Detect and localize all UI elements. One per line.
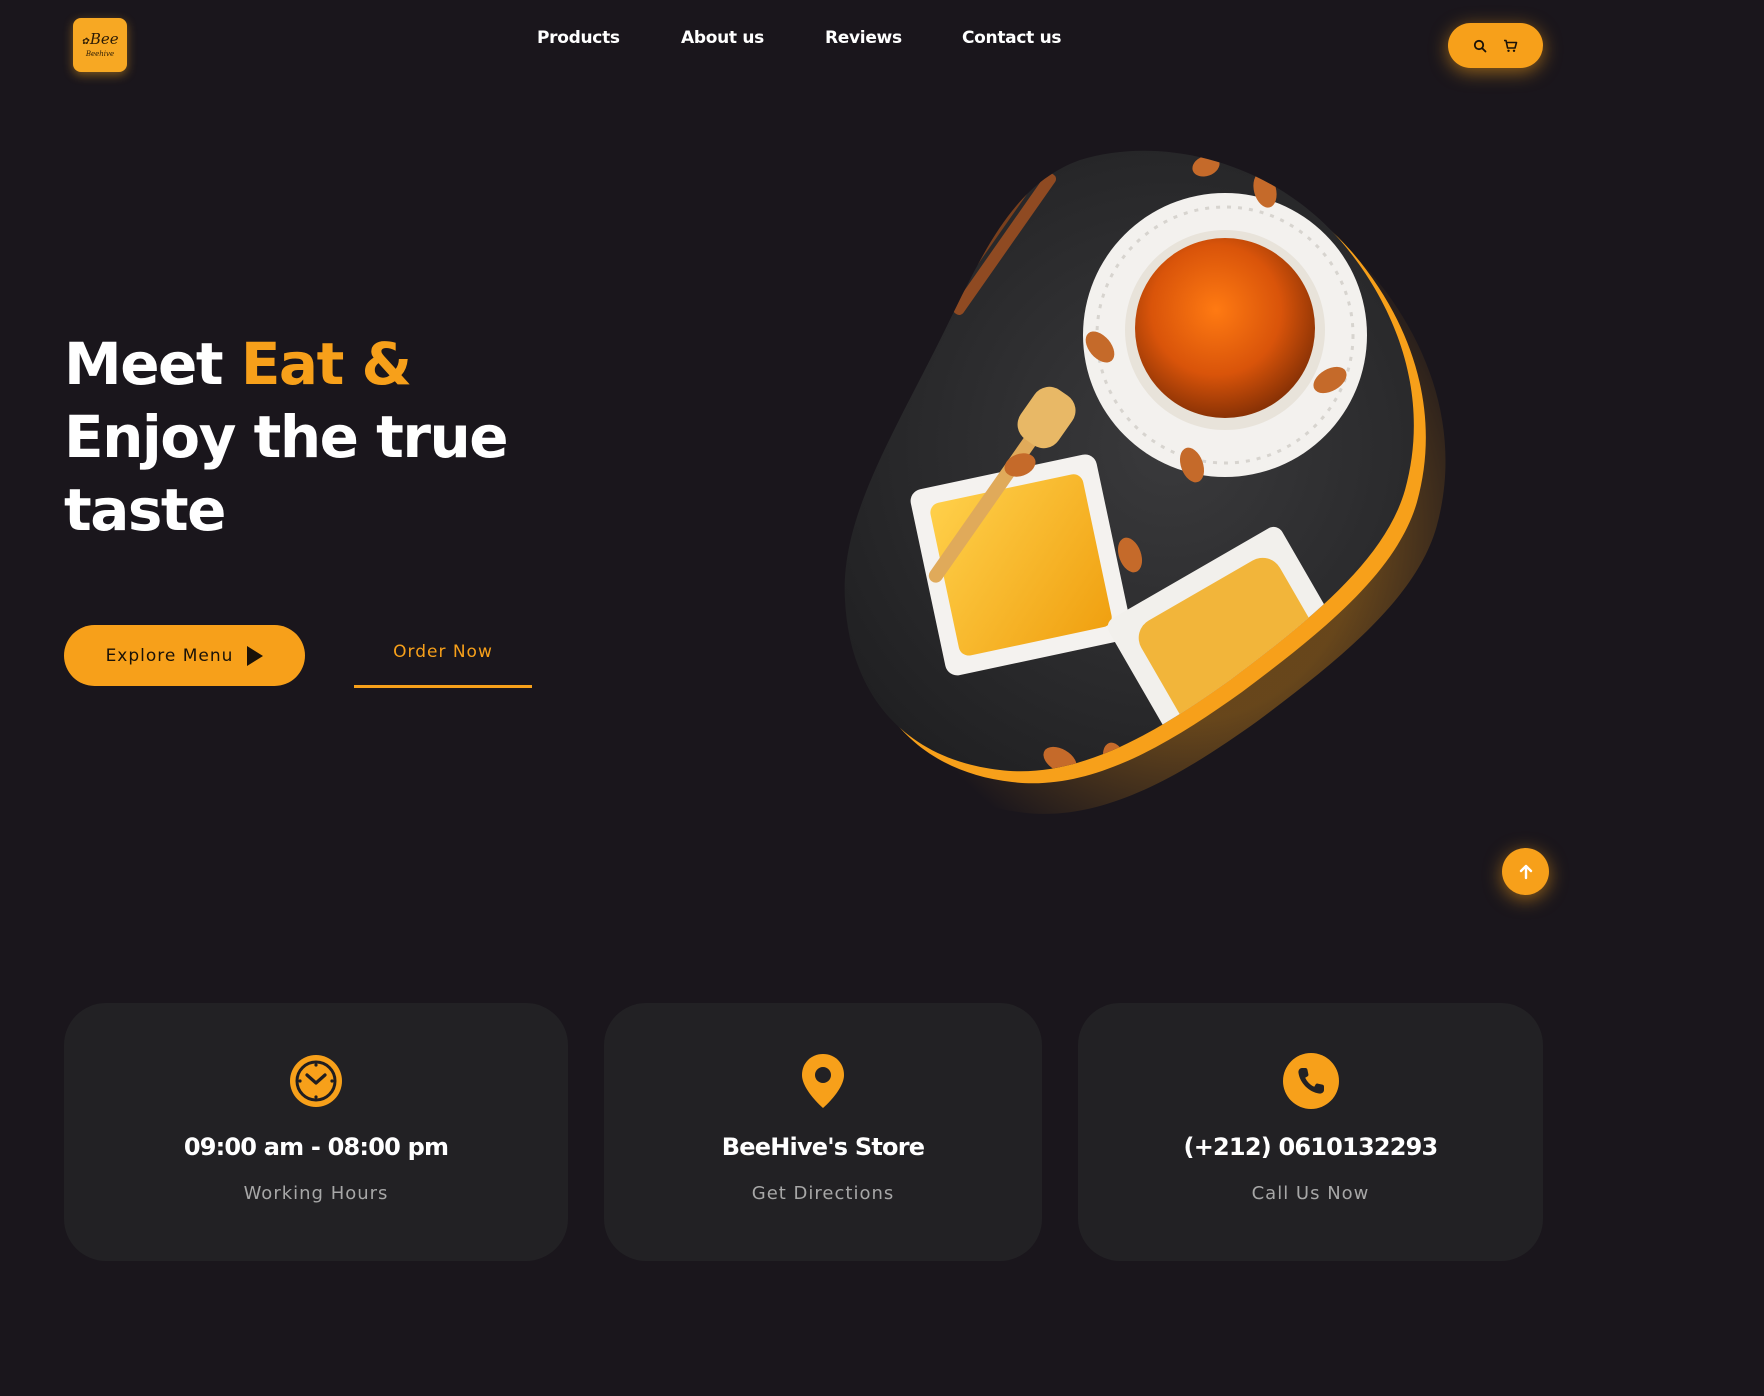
nav-item-products[interactable]: Products <box>537 28 620 48</box>
play-icon <box>247 645 264 666</box>
scroll-to-top-button[interactable] <box>1502 848 1549 895</box>
working-hours-value: 09:00 am - 08:00 pm <box>183 1133 449 1161</box>
nav-item-about-us[interactable]: About us <box>681 28 764 48</box>
location-pin-icon <box>800 1051 846 1111</box>
explore-menu-button[interactable]: Explore Menu <box>64 625 305 686</box>
next-section-image-peek <box>430 1380 580 1396</box>
phone-icon <box>1282 1051 1340 1111</box>
nav-item-contact-us[interactable]: Contact us <box>962 28 1062 48</box>
call-us-now-link[interactable]: Call Us Now <box>1252 1183 1370 1204</box>
hero-title-accent: Eat & <box>240 330 412 398</box>
info-card-store[interactable]: BeeHive's Store Get Directions <box>604 1003 1042 1261</box>
info-card-hours: 09:00 am - 08:00 pm Working Hours <box>64 1003 568 1261</box>
header-actions <box>1448 23 1543 68</box>
hero-image <box>830 140 1510 820</box>
info-card-phone[interactable]: (+212) 0610132293 Call Us Now <box>1078 1003 1543 1261</box>
cart-icon[interactable] <box>1503 39 1518 53</box>
hero-title-line2: Enjoy the true <box>64 403 509 471</box>
hero-title: Meet Eat & Enjoy the true taste <box>64 328 509 547</box>
hero-title-line1: Meet <box>64 330 241 398</box>
explore-menu-label: Explore Menu <box>105 645 234 666</box>
order-now-button[interactable]: Order Now <box>354 642 532 688</box>
arrow-up-icon <box>1519 864 1532 879</box>
phone-number: (+212) 0610132293 <box>1183 1133 1439 1161</box>
working-hours-label: Working Hours <box>243 1183 389 1204</box>
clock-icon <box>287 1051 345 1111</box>
hero-title-line3: taste <box>64 476 226 544</box>
nav-item-reviews[interactable]: Reviews <box>825 28 902 48</box>
order-now-label: Order Now <box>393 642 493 662</box>
store-name: BeeHive's Store <box>721 1133 925 1161</box>
get-directions-link[interactable]: Get Directions <box>752 1183 895 1204</box>
search-icon[interactable] <box>1473 39 1487 53</box>
